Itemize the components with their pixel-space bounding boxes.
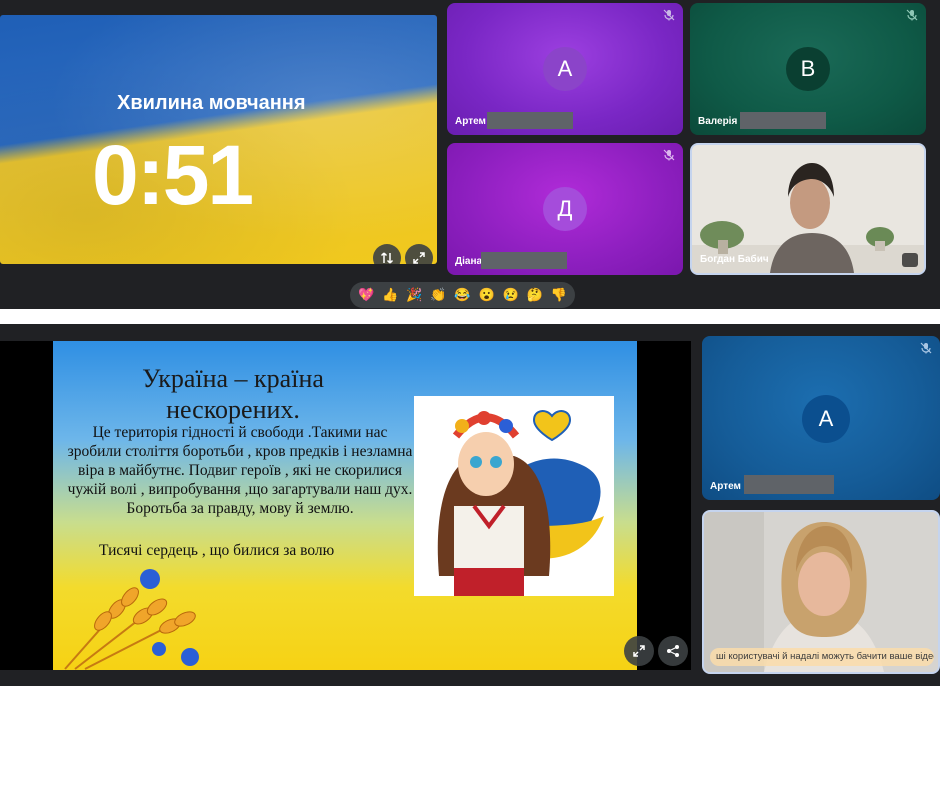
reaction-sad-icon[interactable]: 😢 bbox=[503, 287, 519, 303]
pip-icon[interactable] bbox=[902, 253, 918, 267]
reactions-bar: 💖 👍 🎉 👏 😂 😮 😢 🤔 👎 bbox=[350, 282, 575, 308]
redaction bbox=[481, 252, 567, 269]
reaction-thinking-icon[interactable]: 🤔 bbox=[527, 287, 543, 303]
redaction bbox=[744, 475, 834, 494]
meeting-screen-bottom: Україна – країна нескорених. Це територі… bbox=[0, 324, 940, 686]
participant-tile[interactable]: Д Діана bbox=[447, 143, 683, 275]
participant-tile[interactable]: В Валерія bbox=[690, 3, 926, 135]
participant-name: Артем bbox=[710, 481, 741, 492]
slide-footer: Тисячі сердець , що билися за волю bbox=[99, 542, 335, 559]
reaction-clap-icon[interactable]: 👏 bbox=[430, 287, 446, 303]
mic-off-icon bbox=[920, 342, 932, 354]
reaction-heart-icon[interactable]: 💖 bbox=[358, 287, 374, 303]
wheat-illustration bbox=[64, 569, 199, 670]
reaction-thumbs-down-icon[interactable]: 👎 bbox=[551, 287, 567, 303]
presentation-title: Хвилина мовчання bbox=[117, 92, 306, 114]
reaction-surprised-icon[interactable]: 😮 bbox=[479, 287, 495, 303]
avatar: А bbox=[543, 47, 587, 91]
presentation-area: Україна – країна нескорених. Це територі… bbox=[0, 341, 691, 670]
participant-name: Богдан Бабич bbox=[700, 254, 769, 265]
participant-name: Діана bbox=[455, 256, 483, 267]
fullscreen-icon[interactable] bbox=[624, 636, 654, 666]
reaction-laugh-icon[interactable]: 😂 bbox=[454, 287, 470, 303]
mic-off-icon bbox=[663, 9, 675, 21]
redaction bbox=[487, 112, 573, 129]
participant-tile[interactable]: А Артем bbox=[702, 336, 940, 500]
expand-icon[interactable] bbox=[405, 244, 433, 264]
swap-icon[interactable] bbox=[373, 244, 401, 264]
participant-name: Валерія bbox=[698, 116, 738, 127]
presentation-slide: Україна – країна нескорених. Це територі… bbox=[53, 341, 637, 670]
mic-off-icon bbox=[663, 149, 675, 161]
slide-title: Україна – країна нескорених. bbox=[142, 364, 324, 424]
participant-name: Артем bbox=[455, 116, 486, 127]
avatar: А bbox=[802, 395, 850, 443]
presentation-timer: 0:51 bbox=[92, 128, 254, 222]
redaction bbox=[740, 112, 826, 129]
mic-off-icon bbox=[906, 9, 918, 21]
participant-tile-camera[interactable]: Богдан Бабич bbox=[690, 143, 926, 275]
meeting-screen-top: Хвилина мовчання 0:51 А Артем В Валерія … bbox=[0, 0, 940, 309]
avatar: В bbox=[786, 47, 830, 91]
slide-body: Це територія гідності й свободи .Такими … bbox=[67, 424, 413, 517]
illustration-image bbox=[414, 396, 614, 596]
reaction-thumbs-up-icon[interactable]: 👍 bbox=[382, 287, 398, 303]
avatar: Д bbox=[543, 187, 587, 231]
participant-tile-camera[interactable]: ші користувачі й надалі можуть бачити ва… bbox=[702, 510, 940, 674]
reaction-party-icon[interactable]: 🎉 bbox=[406, 287, 422, 303]
share-icon[interactable] bbox=[658, 636, 688, 666]
presentation-flag: Хвилина мовчання 0:51 bbox=[0, 15, 437, 264]
participant-tile[interactable]: А Артем bbox=[447, 3, 683, 135]
caption-banner: ші користувачі й надалі можуть бачити ва… bbox=[710, 648, 934, 666]
